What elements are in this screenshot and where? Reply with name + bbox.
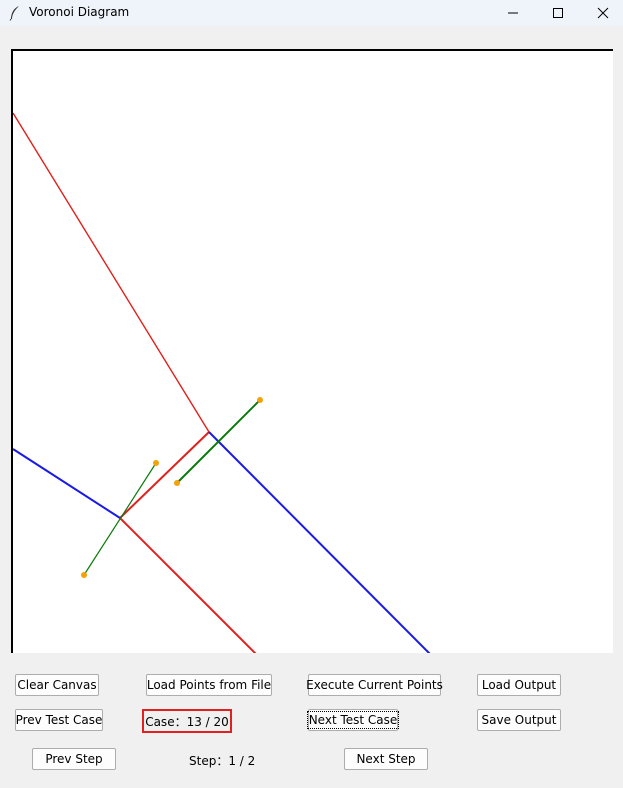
close-button[interactable] bbox=[580, 0, 623, 26]
load-points-button[interactable]: Load Points from File bbox=[146, 674, 272, 696]
next-test-case-label: Next Test Case bbox=[306, 711, 400, 729]
prev-step-button[interactable]: Prev Step bbox=[32, 748, 116, 770]
execute-points-button[interactable]: Execute Current Points bbox=[306, 674, 443, 696]
voronoi-edge-blue bbox=[208, 431, 431, 653]
maximize-icon bbox=[553, 8, 563, 18]
clear-canvas-button[interactable]: Clear Canvas bbox=[15, 674, 99, 696]
clear-canvas-label: Clear Canvas bbox=[17, 678, 97, 692]
load-output-button[interactable]: Load Output bbox=[477, 674, 561, 696]
title-bar: Voronoi Diagram bbox=[0, 0, 623, 26]
site-point bbox=[174, 480, 180, 486]
voronoi-edge-red bbox=[119, 517, 257, 653]
execute-points-label: Execute Current Points bbox=[306, 678, 443, 692]
connection-line-green bbox=[83, 462, 157, 576]
case-counter: Case：13 / 20 bbox=[142, 709, 232, 733]
site-point bbox=[81, 572, 87, 578]
site-point bbox=[257, 397, 263, 403]
next-step-button[interactable]: Next Step bbox=[344, 748, 428, 770]
close-icon bbox=[597, 7, 609, 19]
minimize-icon bbox=[508, 12, 518, 14]
window-title: Voronoi Diagram bbox=[29, 5, 130, 19]
save-output-button[interactable]: Save Output bbox=[477, 709, 561, 731]
load-points-label: Load Points from File bbox=[146, 678, 272, 692]
step-counter: Step：1 / 2 bbox=[189, 754, 256, 768]
site-point bbox=[153, 460, 159, 466]
next-step-label: Next Step bbox=[356, 752, 416, 766]
load-output-label: Load Output bbox=[481, 678, 557, 692]
voronoi-diagram bbox=[13, 112, 431, 653]
case-counter-text: Case：13 / 20 bbox=[145, 714, 229, 729]
feather-icon bbox=[9, 6, 19, 21]
next-test-case-button[interactable]: Next Test Case bbox=[306, 709, 400, 731]
prev-test-case-label: Prev Test Case bbox=[15, 713, 103, 727]
voronoi-canvas[interactable] bbox=[11, 49, 613, 653]
voronoi-edge-red bbox=[13, 112, 210, 433]
voronoi-edge-blue bbox=[13, 448, 121, 519]
prev-test-case-button[interactable]: Prev Test Case bbox=[15, 709, 103, 731]
save-output-label: Save Output bbox=[481, 713, 557, 727]
minimize-button[interactable] bbox=[490, 0, 536, 26]
voronoi-edge-red bbox=[119, 431, 210, 519]
prev-step-label: Prev Step bbox=[45, 752, 103, 766]
maximize-button[interactable] bbox=[535, 0, 581, 26]
